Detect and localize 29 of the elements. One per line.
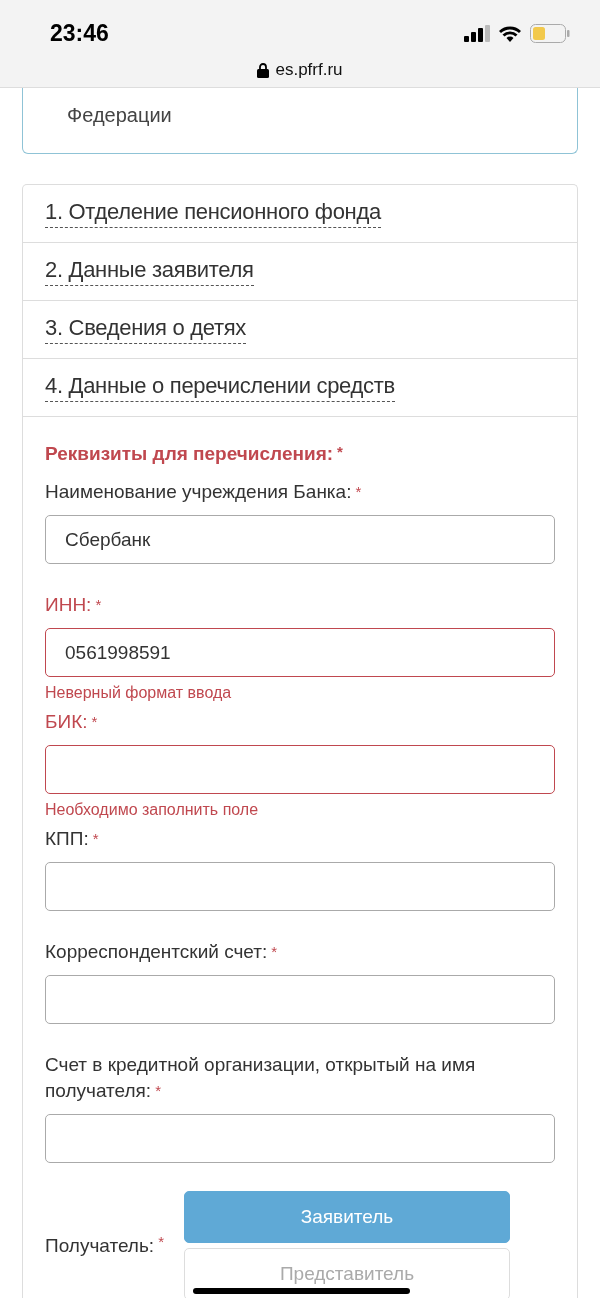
input-field[interactable]: Сбербанк [45,515,555,564]
notice-text: Федерации [67,104,172,126]
input-field[interactable] [45,1114,555,1163]
required-asterisk: * [337,443,343,460]
input-field[interactable] [45,745,555,794]
field-label: КПП: * [45,827,100,851]
section-title: Реквизиты для перечисления: [45,443,334,464]
field-label: ИНН: * [45,593,103,617]
step-link[interactable]: 1. Отделение пенсионного фонда [45,199,381,228]
field-label: БИК: * [45,710,99,734]
step-link[interactable]: 4. Данные о перечислении средств [45,373,395,402]
input-field[interactable]: 0561998591 [45,628,555,677]
input-field[interactable] [45,975,555,1024]
error-message: Неверный формат ввода [45,683,233,703]
wifi-icon [498,24,522,42]
field-label: Получатель: [45,1234,155,1256]
step-link[interactable]: 3. Сведения о детях [45,315,247,344]
field-label: Наименование учреждения Банка: * [45,480,363,504]
field-label: Корреспондентский счет: * [45,940,279,964]
lock-icon [257,62,270,78]
error-message: Необходимо заполнить поле [45,800,260,820]
status-time: 23:46 [50,19,109,47]
field-label: Счет в кредитной организации, открытый на имя получателя: * [45,1053,477,1103]
address-text[interactable]: es.pfrf.ru [275,60,343,80]
step-link[interactable]: 2. Данные заявителя [45,257,254,286]
battery-icon [530,23,570,43]
required-asterisk: * [158,1232,164,1250]
signal-icon [464,24,490,42]
input-field[interactable] [45,862,555,911]
